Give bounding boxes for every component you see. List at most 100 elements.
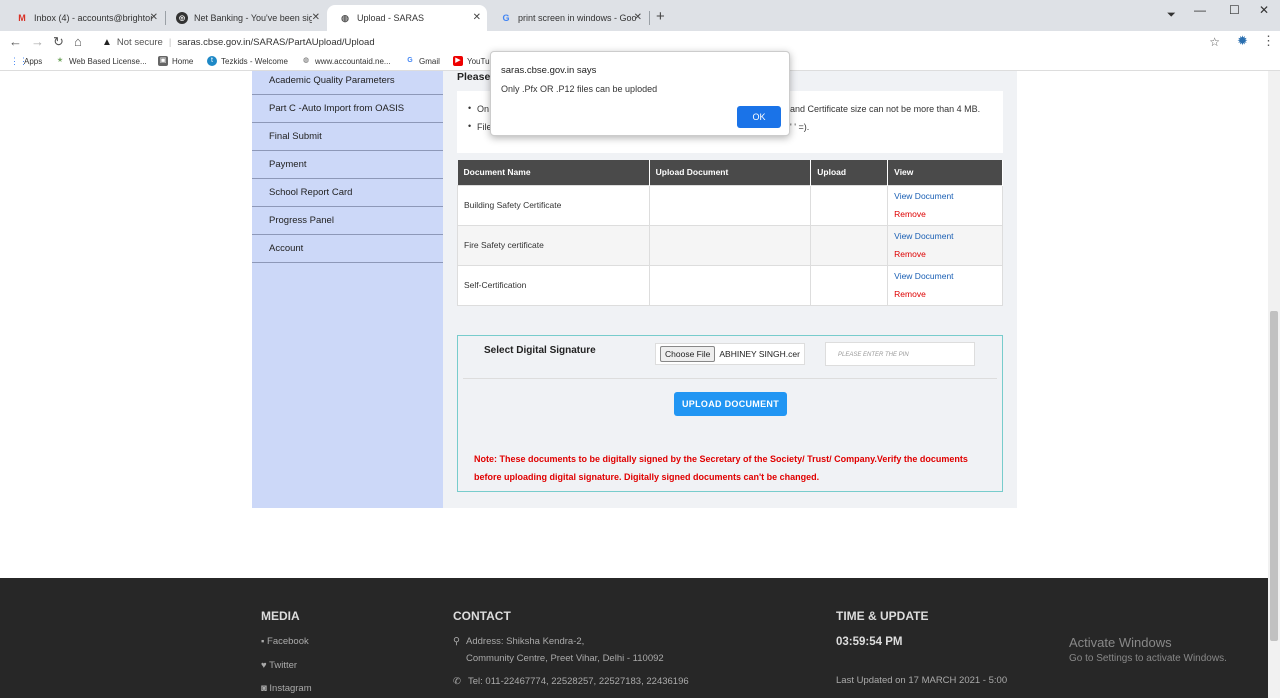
sidebar-item-label: Account [269,243,304,254]
google-icon: G [502,13,510,23]
sidebar: Academic Quality Parameters Part C -Auto… [252,71,443,508]
tab-google[interactable]: G print screen in windows - Google ✕ [488,5,648,31]
time-heading: TIME & UPDATE [836,609,929,623]
address-line-2: Community Centre, Preet Vihar, Delhi - 1… [466,653,664,664]
dialog-title: saras.cbse.gov.in says [501,65,597,76]
tab-title: print screen in windows - Google [518,13,636,23]
gmail-icon: M [18,13,26,23]
bookmark-license[interactable]: ★ Web Based License... [55,56,147,66]
new-tab-button[interactable]: + [656,8,665,25]
sidebar-item-part-c[interactable]: Part C -Auto Import from OASIS [252,95,443,123]
pin-input[interactable]: PLEASE ENTER THE PIN [825,342,975,366]
note-2-end: ' ' =). [790,122,810,132]
bookmark-youtube[interactable]: ▶ YouTu [453,56,490,66]
upload-cell [810,224,889,266]
bookmark-label: Gmail [419,56,440,66]
bullet: • [468,121,472,131]
image-icon: ▣ [158,56,168,66]
sidebar-item-label: Academic Quality Parameters [269,75,395,86]
column-header: Document Name [457,160,650,185]
upload-document-cell [648,264,812,306]
ok-button[interactable]: OK [737,106,781,128]
tab-netbanking[interactable]: ◎ Net Banking - You've been signe ✕ [164,5,326,31]
bookmark-label: Tezkids - Welcome [221,56,288,66]
twitter-icon: ♥ [261,660,267,671]
column-header: Upload [810,160,889,185]
scrollbar-thumb[interactable] [1270,311,1278,641]
youtube-icon: ▶ [453,56,463,66]
sidebar-item-payment[interactable]: Payment [252,151,443,179]
activate-windows-title: Activate Windows [1069,635,1172,650]
sidebar-item-account[interactable]: Account [252,235,443,263]
tab-gmail[interactable]: M Inbox (4) - accounts@brightonin ✕ [4,5,164,31]
scrollbar[interactable] [1268,71,1280,698]
sidebar-item-label: School Report Card [269,187,353,198]
file-input[interactable]: Choose File ABHINEY SINGH.cer [655,343,805,365]
google-icon: G [407,57,413,64]
close-icon[interactable]: ✕ [634,12,642,23]
tab-title: Upload - SARAS [357,13,425,23]
address-bar[interactable]: ▲ Not secure | saras.cbse.gov.in/SARAS/P… [96,32,1232,52]
remove-link[interactable]: Remove [894,249,1002,259]
extension-icon[interactable]: ✹ [1237,33,1248,49]
bank-icon: ◎ [176,12,188,24]
maximize-button[interactable]: ☐ [1229,3,1240,17]
home-icon[interactable]: ⌂ [74,34,82,49]
upload-cell [810,184,889,226]
view-document-link[interactable]: View Document [894,271,1002,281]
close-icon[interactable]: ✕ [312,12,320,23]
last-updated: Last Updated on 17 MARCH 2021 - 5:00 [836,675,1008,686]
globe-icon: ◍ [302,57,310,64]
table-row: Fire Safety certificate View Document Rem… [457,224,1003,266]
instagram-icon: ◙ [261,683,267,694]
view-cell: View Document Remove [887,184,1003,226]
section-heading: Please [457,71,491,83]
remove-link[interactable]: Remove [894,209,1002,219]
reload-icon[interactable]: ↻ [53,34,64,50]
phone-icon: ✆ [453,676,461,687]
facebook-link[interactable]: ▪ Facebook [261,636,309,647]
sidebar-item-progress-panel[interactable]: Progress Panel [252,207,443,235]
upload-document-cell [648,184,812,226]
twitter-link[interactable]: ♥ Twitter [261,660,297,671]
close-icon[interactable]: ✕ [473,12,481,23]
bookmark-apps[interactable]: ⋮⋮ Apps [10,56,42,66]
tab-upload-saras[interactable]: ◍ Upload - SARAS ✕ [327,5,487,31]
column-header: View [887,160,1003,185]
sidebar-item-final-submit[interactable]: Final Submit [252,123,443,151]
upload-document-button[interactable]: UPLOAD DOCUMENT [674,392,787,416]
bookmark-gmail[interactable]: G Gmail [405,56,440,66]
view-cell: View Document Remove [887,264,1003,306]
tab-search-icon[interactable]: ⏷ [1167,9,1176,22]
sidebar-item-academic-quality[interactable]: Academic Quality Parameters [252,67,443,95]
column-header: Upload Document [649,160,812,185]
selected-file-name: ABHINEY SINGH.cer [719,349,800,359]
document-name: Fire Safety certificate [457,224,650,266]
close-icon[interactable]: ✕ [150,12,158,23]
instagram-link[interactable]: ◙ Instagram [261,683,312,694]
bookmark-label: Web Based License... [69,56,147,66]
link-label: Instagram [269,683,312,694]
signature-label: Select Digital Signature [484,345,596,356]
sidebar-item-school-report-card[interactable]: School Report Card [252,179,443,207]
star-icon[interactable]: ☆ [1209,35,1220,49]
choose-file-button[interactable]: Choose File [660,346,716,362]
security-label: Not secure [116,36,163,48]
view-document-link[interactable]: View Document [894,191,1002,201]
view-document-link[interactable]: View Document [894,231,1002,241]
menu-icon[interactable]: ⋮ [1262,33,1275,49]
forward-icon[interactable]: → [31,34,44,49]
table-row: Self-Certification View Document Remove [457,264,1003,306]
telephone: Tel: 011-22467774, 22528257, 22527183, 2… [468,676,689,687]
close-window-button[interactable]: ✕ [1259,3,1269,17]
digital-signature-panel: Select Digital Signature Choose File ABH… [457,335,1003,492]
minimize-button[interactable]: — [1194,3,1206,17]
tezkids-icon: t [207,56,217,66]
sidebar-item-label: Part C -Auto Import from OASIS [269,103,405,114]
bookmark-tezkids[interactable]: t Tezkids - Welcome [207,56,288,66]
bookmark-home[interactable]: ▣ Home [158,56,193,66]
document-name: Self-Certification [457,264,650,306]
back-icon[interactable]: ← [9,34,22,49]
remove-link[interactable]: Remove [894,289,1002,299]
bookmark-accountaid[interactable]: ◍ www.accountaid.ne... [301,56,391,66]
